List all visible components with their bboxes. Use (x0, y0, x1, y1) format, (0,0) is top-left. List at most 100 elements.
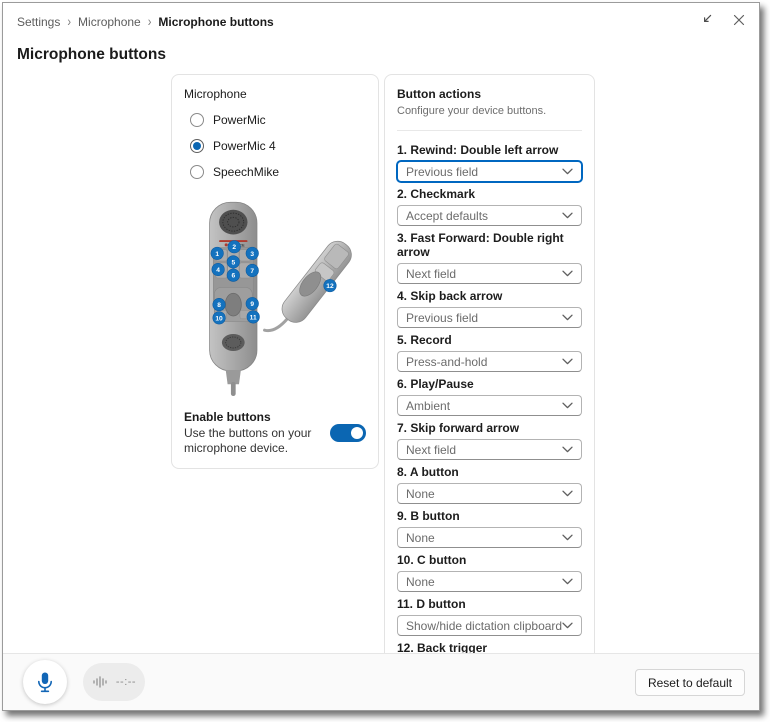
action-dropdown[interactable]: Previous field (397, 307, 582, 328)
action-group: 4. Skip back arrow Previous field (397, 289, 582, 328)
action-dropdown[interactable]: Ambient (397, 395, 582, 416)
button-actions-subtitle: Configure your device buttons. (397, 105, 582, 117)
restore-window-icon[interactable] (700, 13, 713, 26)
device-badge-number: 10 (215, 315, 223, 322)
dropdown-selected-value: None (406, 487, 435, 501)
action-group: 6. Play/Pause Ambient (397, 377, 582, 416)
action-group: 8. A button None (397, 465, 582, 504)
breadcrumb-settings[interactable]: Settings (17, 15, 60, 29)
action-group: 7. Skip forward arrow Next field (397, 421, 582, 460)
action-dropdown[interactable]: Previous field (397, 161, 582, 182)
chevron-down-icon (562, 578, 573, 585)
action-group: 9. B button None (397, 509, 582, 548)
action-group: 11. D button Show/hide dictation clipboar… (397, 597, 582, 636)
chevron-down-icon (562, 212, 573, 219)
divider (397, 130, 582, 131)
action-group: 3. Fast Forward: Double right arrow Next … (397, 231, 582, 284)
recording-timer: --:-- (116, 676, 136, 688)
device-badge-number: 2 (232, 244, 236, 251)
dropdown-selected-value: None (406, 531, 435, 545)
dropdown-selected-value: Previous field (406, 311, 478, 325)
action-dropdown[interactable]: None (397, 571, 582, 592)
chevron-down-icon (562, 446, 573, 453)
device-illustration: NUANCE (184, 193, 366, 410)
action-dropdown[interactable]: None (397, 483, 582, 504)
radio-label: SpeechMike (213, 165, 279, 179)
chevron-right-icon: › (67, 15, 71, 30)
radio-icon (190, 165, 204, 179)
action-label: 6. Play/Pause (397, 377, 582, 391)
device-badge-number: 9 (250, 301, 254, 308)
action-label: 7. Skip forward arrow (397, 421, 582, 435)
action-dropdown[interactable]: Accept defaults (397, 205, 582, 226)
microphone-button[interactable] (23, 660, 67, 704)
action-dropdown[interactable]: Next field (397, 439, 582, 460)
reset-to-default-button[interactable]: Reset to default (635, 669, 745, 696)
chevron-down-icon (562, 314, 573, 321)
dropdown-selected-value: Press-and-hold (406, 355, 487, 369)
radio-option-powermic-4[interactable]: PowerMic 4 (184, 135, 366, 157)
action-label: 5. Record (397, 333, 582, 347)
toggle-knob (351, 427, 363, 439)
page-title: Microphone buttons (17, 46, 166, 64)
microphone-radio-group: PowerMic PowerMic 4 SpeechMike (184, 109, 366, 187)
button-actions-title: Button actions (397, 87, 582, 101)
action-group: 1. Rewind: Double left arrow Previous fie… (397, 143, 582, 182)
dropdown-selected-value: Next field (406, 443, 456, 457)
action-dropdown[interactable]: Show/hide dictation clipboard (397, 615, 582, 636)
enable-buttons-row: Enable buttons Use the buttons on your m… (184, 410, 366, 456)
microphone-panel: Microphone PowerMic PowerMic 4 SpeechMike (171, 74, 379, 469)
device-badge-number: 11 (250, 314, 257, 321)
action-label: 4. Skip back arrow (397, 289, 582, 303)
radio-option-powermic[interactable]: PowerMic (184, 109, 366, 131)
radio-label: PowerMic (213, 113, 266, 127)
device-badge-number: 1 (215, 251, 219, 258)
footer-bar: --:-- Reset to default (3, 653, 759, 710)
audio-meter-pill[interactable]: --:-- (83, 663, 145, 701)
radio-icon (190, 139, 204, 153)
chevron-down-icon (562, 402, 573, 409)
close-icon[interactable] (733, 14, 745, 26)
action-dropdown[interactable]: None (397, 527, 582, 548)
action-label: 11. D button (397, 597, 582, 611)
device-side-view (265, 236, 357, 330)
breadcrumb-microphone[interactable]: Microphone (78, 15, 141, 29)
device-badge-number: 12 (326, 283, 334, 290)
chevron-down-icon (562, 534, 573, 541)
dropdown-selected-value: Next field (406, 267, 456, 281)
device-badge-number: 4 (216, 267, 220, 274)
dropdown-selected-value: Ambient (406, 399, 450, 413)
action-group: 5. Record Press-and-hold (397, 333, 582, 372)
chevron-down-icon (562, 622, 573, 629)
chevron-down-icon (562, 168, 573, 175)
device-badge-number: 6 (231, 273, 235, 280)
microphone-group-label: Microphone (184, 87, 366, 101)
radio-label: PowerMic 4 (213, 139, 276, 153)
action-dropdown[interactable]: Press-and-hold (397, 351, 582, 372)
action-label: 9. B button (397, 509, 582, 523)
action-label: 1. Rewind: Double left arrow (397, 143, 582, 157)
action-label: 3. Fast Forward: Double right arrow (397, 231, 582, 259)
radio-option-speechmike[interactable]: SpeechMike (184, 161, 366, 183)
dropdown-selected-value: Previous field (406, 165, 478, 179)
enable-buttons-description: Use the buttons on your microphone devic… (184, 426, 322, 456)
device-badge-number: 7 (250, 268, 254, 275)
device-badge-number: 8 (217, 302, 221, 309)
action-label: 2. Checkmark (397, 187, 582, 201)
dropdown-selected-value: Accept defaults (406, 209, 488, 223)
dropdown-selected-value: Show/hide dictation clipboard (406, 619, 562, 633)
action-group: 10. C buttonNone (397, 553, 582, 592)
action-label: 8. A button (397, 465, 582, 479)
action-dropdown[interactable]: Next field (397, 263, 582, 284)
radio-icon (190, 113, 204, 127)
action-group: 2. Checkmark Accept defaults (397, 187, 582, 226)
enable-buttons-toggle[interactable] (330, 424, 366, 442)
chevron-down-icon (562, 490, 573, 497)
device-badge-number: 3 (250, 251, 254, 258)
waveform-icon (92, 674, 110, 690)
button-actions-list: 1. Rewind: Double left arrow Previous fie… (397, 143, 582, 662)
settings-window: Settings › Microphone › Microphone butto… (2, 2, 760, 711)
chevron-down-icon (562, 270, 573, 277)
device-badge-number: 5 (231, 259, 235, 266)
chevron-right-icon: › (148, 15, 152, 30)
